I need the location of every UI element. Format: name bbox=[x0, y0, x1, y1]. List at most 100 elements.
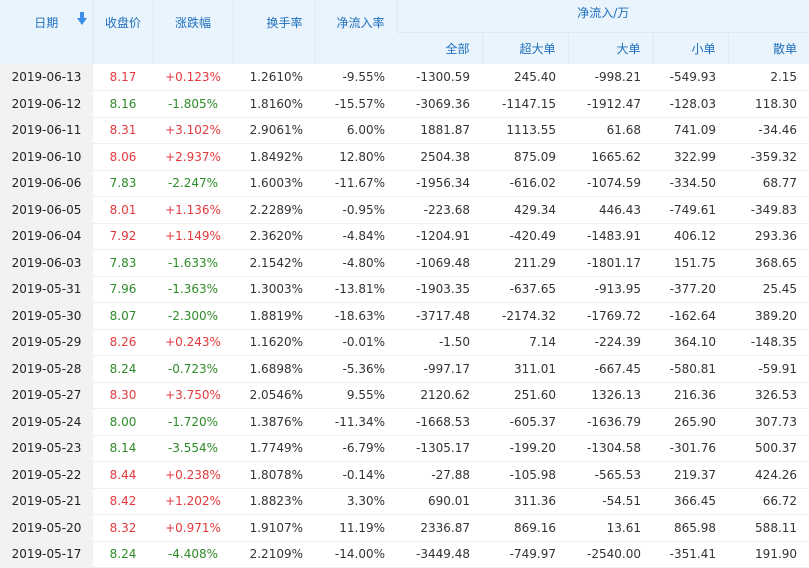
cell-close: 7.92 bbox=[93, 223, 153, 250]
cell-net-all: -1300.59 bbox=[397, 64, 482, 91]
column-header-retail[interactable]: 散单 bbox=[727, 32, 809, 64]
cell-date: 2019-05-24 bbox=[0, 408, 93, 436]
cell-turnover: 1.8819% bbox=[233, 302, 315, 330]
cell-net-retail: 424.26 bbox=[728, 461, 809, 489]
cell-net-retail: -34.46 bbox=[728, 117, 809, 144]
column-header-net-inflow-rate[interactable]: 净流入率 bbox=[314, 0, 397, 64]
cell-change: -1.720% bbox=[153, 408, 233, 436]
table-row[interactable]: 2019-06-05 8.01 +1.136% 2.2289% -0.95% -223.6… bbox=[0, 196, 809, 224]
cell-net-retail: 25.45 bbox=[728, 276, 809, 303]
cell-change: +0.123% bbox=[153, 64, 233, 91]
cell-turnover: 2.3620% bbox=[233, 223, 315, 250]
table-row[interactable]: 2019-06-12 8.16 -1.805% 1.8160% -15.57% -3069… bbox=[0, 90, 809, 118]
cell-net-retail: 326.53 bbox=[728, 382, 809, 409]
cell-change: -2.247% bbox=[153, 170, 233, 197]
cell-close: 8.24 bbox=[93, 541, 153, 568]
cell-change: +3.750% bbox=[153, 382, 233, 409]
cell-date: 2019-05-22 bbox=[0, 461, 93, 489]
cell-turnover: 2.1542% bbox=[233, 249, 315, 277]
cell-turnover: 2.9061% bbox=[233, 117, 315, 144]
table-row[interactable]: 2019-06-03 7.83 -1.633% 2.1542% -4.80% -1069.… bbox=[0, 249, 809, 277]
cell-net-small: 366.45 bbox=[653, 488, 728, 515]
cell-net-small: 406.12 bbox=[653, 223, 728, 250]
cell-net-large: 13.61 bbox=[568, 514, 653, 542]
table-row[interactable]: 2019-05-23 8.14 -3.554% 1.7749% -6.79% -1305.… bbox=[0, 435, 809, 462]
cell-change: -4.408% bbox=[153, 541, 233, 568]
cell-net-all: -1069.48 bbox=[397, 249, 482, 277]
column-header-date[interactable]: 日期 bbox=[0, 0, 93, 64]
table-row[interactable]: 2019-05-31 7.96 -1.363% 1.3003% -13.81% -1903… bbox=[0, 276, 809, 303]
cell-net-inflow-rate: -18.63% bbox=[315, 302, 397, 330]
table-row[interactable]: 2019-06-06 7.83 -2.247% 1.6003% -11.67% -1956… bbox=[0, 170, 809, 197]
cell-net-inflow-rate: -5.36% bbox=[315, 355, 397, 383]
cell-net-large: -1636.79 bbox=[568, 408, 653, 436]
cell-net-small: -377.20 bbox=[653, 276, 728, 303]
column-header-all[interactable]: 全部 bbox=[397, 32, 482, 64]
cell-date: 2019-05-17 bbox=[0, 541, 93, 568]
table-row[interactable]: 2019-06-13 8.17 +0.123% 1.2610% -9.55% -1300.… bbox=[0, 64, 809, 91]
cell-net-retail: 191.90 bbox=[728, 541, 809, 568]
cell-net-super-large: 1113.55 bbox=[482, 117, 568, 144]
table-row[interactable]: 2019-06-11 8.31 +3.102% 2.9061% 6.00% 1881.87… bbox=[0, 117, 809, 144]
column-header-turnover[interactable]: 换手率 bbox=[232, 0, 315, 64]
table-row[interactable]: 2019-06-04 7.92 +1.149% 2.3620% -4.84% -1204.… bbox=[0, 223, 809, 250]
table-row[interactable]: 2019-05-27 8.30 +3.750% 2.0546% 9.55% 2120.62… bbox=[0, 382, 809, 409]
cell-close: 8.31 bbox=[93, 117, 153, 144]
column-header-large[interactable]: 大单 bbox=[567, 32, 653, 64]
cell-net-super-large: -605.37 bbox=[482, 408, 568, 436]
cell-net-all: -3717.48 bbox=[397, 302, 482, 330]
cell-net-large: -913.95 bbox=[568, 276, 653, 303]
cell-turnover: 1.3876% bbox=[233, 408, 315, 436]
cell-net-large: 446.43 bbox=[568, 196, 653, 224]
cell-net-large: -1801.17 bbox=[568, 249, 653, 277]
cell-close: 8.01 bbox=[93, 196, 153, 224]
table-row[interactable]: 2019-05-24 8.00 -1.720% 1.3876% -11.34% -1668… bbox=[0, 408, 809, 436]
cell-turnover: 2.0546% bbox=[233, 382, 315, 409]
column-header-super-large[interactable]: 超大单 bbox=[481, 32, 568, 64]
cell-change: -1.633% bbox=[153, 249, 233, 277]
cell-net-all: -3449.48 bbox=[397, 541, 482, 568]
cell-net-large: -224.39 bbox=[568, 329, 653, 356]
cell-close: 8.07 bbox=[93, 302, 153, 330]
cell-change: +1.136% bbox=[153, 196, 233, 224]
cell-change: -1.363% bbox=[153, 276, 233, 303]
column-header-small[interactable]: 小单 bbox=[652, 32, 728, 64]
column-header-close[interactable]: 收盘价 bbox=[92, 0, 153, 64]
cell-net-small: 364.10 bbox=[653, 329, 728, 356]
cell-net-large: -565.53 bbox=[568, 461, 653, 489]
table-row[interactable]: 2019-05-22 8.44 +0.238% 1.8078% -0.14% -27.88… bbox=[0, 461, 809, 489]
cell-net-inflow-rate: -0.01% bbox=[315, 329, 397, 356]
cell-change: +3.102% bbox=[153, 117, 233, 144]
table-row[interactable]: 2019-05-20 8.32 +0.971% 1.9107% 11.19% 2336.8… bbox=[0, 514, 809, 542]
table-row[interactable]: 2019-05-29 8.26 +0.243% 1.1620% -0.01% -1.50 7… bbox=[0, 329, 809, 356]
cell-net-inflow-rate: -11.34% bbox=[315, 408, 397, 436]
cell-net-large: -1074.59 bbox=[568, 170, 653, 197]
cell-close: 8.06 bbox=[93, 143, 153, 171]
table-row[interactable]: 2019-06-10 8.06 +2.937% 1.8492% 12.80% 2504.3… bbox=[0, 143, 809, 171]
cell-net-retail: 2.15 bbox=[728, 64, 809, 91]
cell-net-small: 151.75 bbox=[653, 249, 728, 277]
cell-close: 8.44 bbox=[93, 461, 153, 489]
cell-date: 2019-05-21 bbox=[0, 488, 93, 515]
table-row[interactable]: 2019-05-30 8.07 -2.300% 1.8819% -18.63% -3717… bbox=[0, 302, 809, 330]
cell-net-inflow-rate: 6.00% bbox=[315, 117, 397, 144]
cell-turnover: 1.2610% bbox=[233, 64, 315, 91]
table-row[interactable]: 2019-05-17 8.24 -4.408% 2.2109% -14.00% -3449… bbox=[0, 541, 809, 568]
table-row[interactable]: 2019-05-28 8.24 -0.723% 1.6898% -5.36% -997.1… bbox=[0, 355, 809, 383]
table-row[interactable]: 2019-05-21 8.42 +1.202% 1.8823% 3.30% 690.01 3… bbox=[0, 488, 809, 515]
table-header: 日期 收盘价 涨跌幅 换手率 净流入率 净流入/万 全部 超大单 大单 小单 散… bbox=[0, 0, 809, 64]
cell-close: 8.14 bbox=[93, 435, 153, 462]
cell-net-super-large: 311.01 bbox=[482, 355, 568, 383]
cell-net-super-large: 429.34 bbox=[482, 196, 568, 224]
cell-net-all: 2120.62 bbox=[397, 382, 482, 409]
cell-date: 2019-05-31 bbox=[0, 276, 93, 303]
cell-net-all: -1204.91 bbox=[397, 223, 482, 250]
cell-date: 2019-05-28 bbox=[0, 355, 93, 383]
sort-down-arrow-icon[interactable] bbox=[76, 12, 87, 25]
cell-date: 2019-05-27 bbox=[0, 382, 93, 409]
cell-net-small: -301.76 bbox=[653, 435, 728, 462]
cell-net-inflow-rate: -11.67% bbox=[315, 170, 397, 197]
cell-date: 2019-05-30 bbox=[0, 302, 93, 330]
column-header-change[interactable]: 涨跌幅 bbox=[152, 0, 233, 64]
cell-change: -3.554% bbox=[153, 435, 233, 462]
